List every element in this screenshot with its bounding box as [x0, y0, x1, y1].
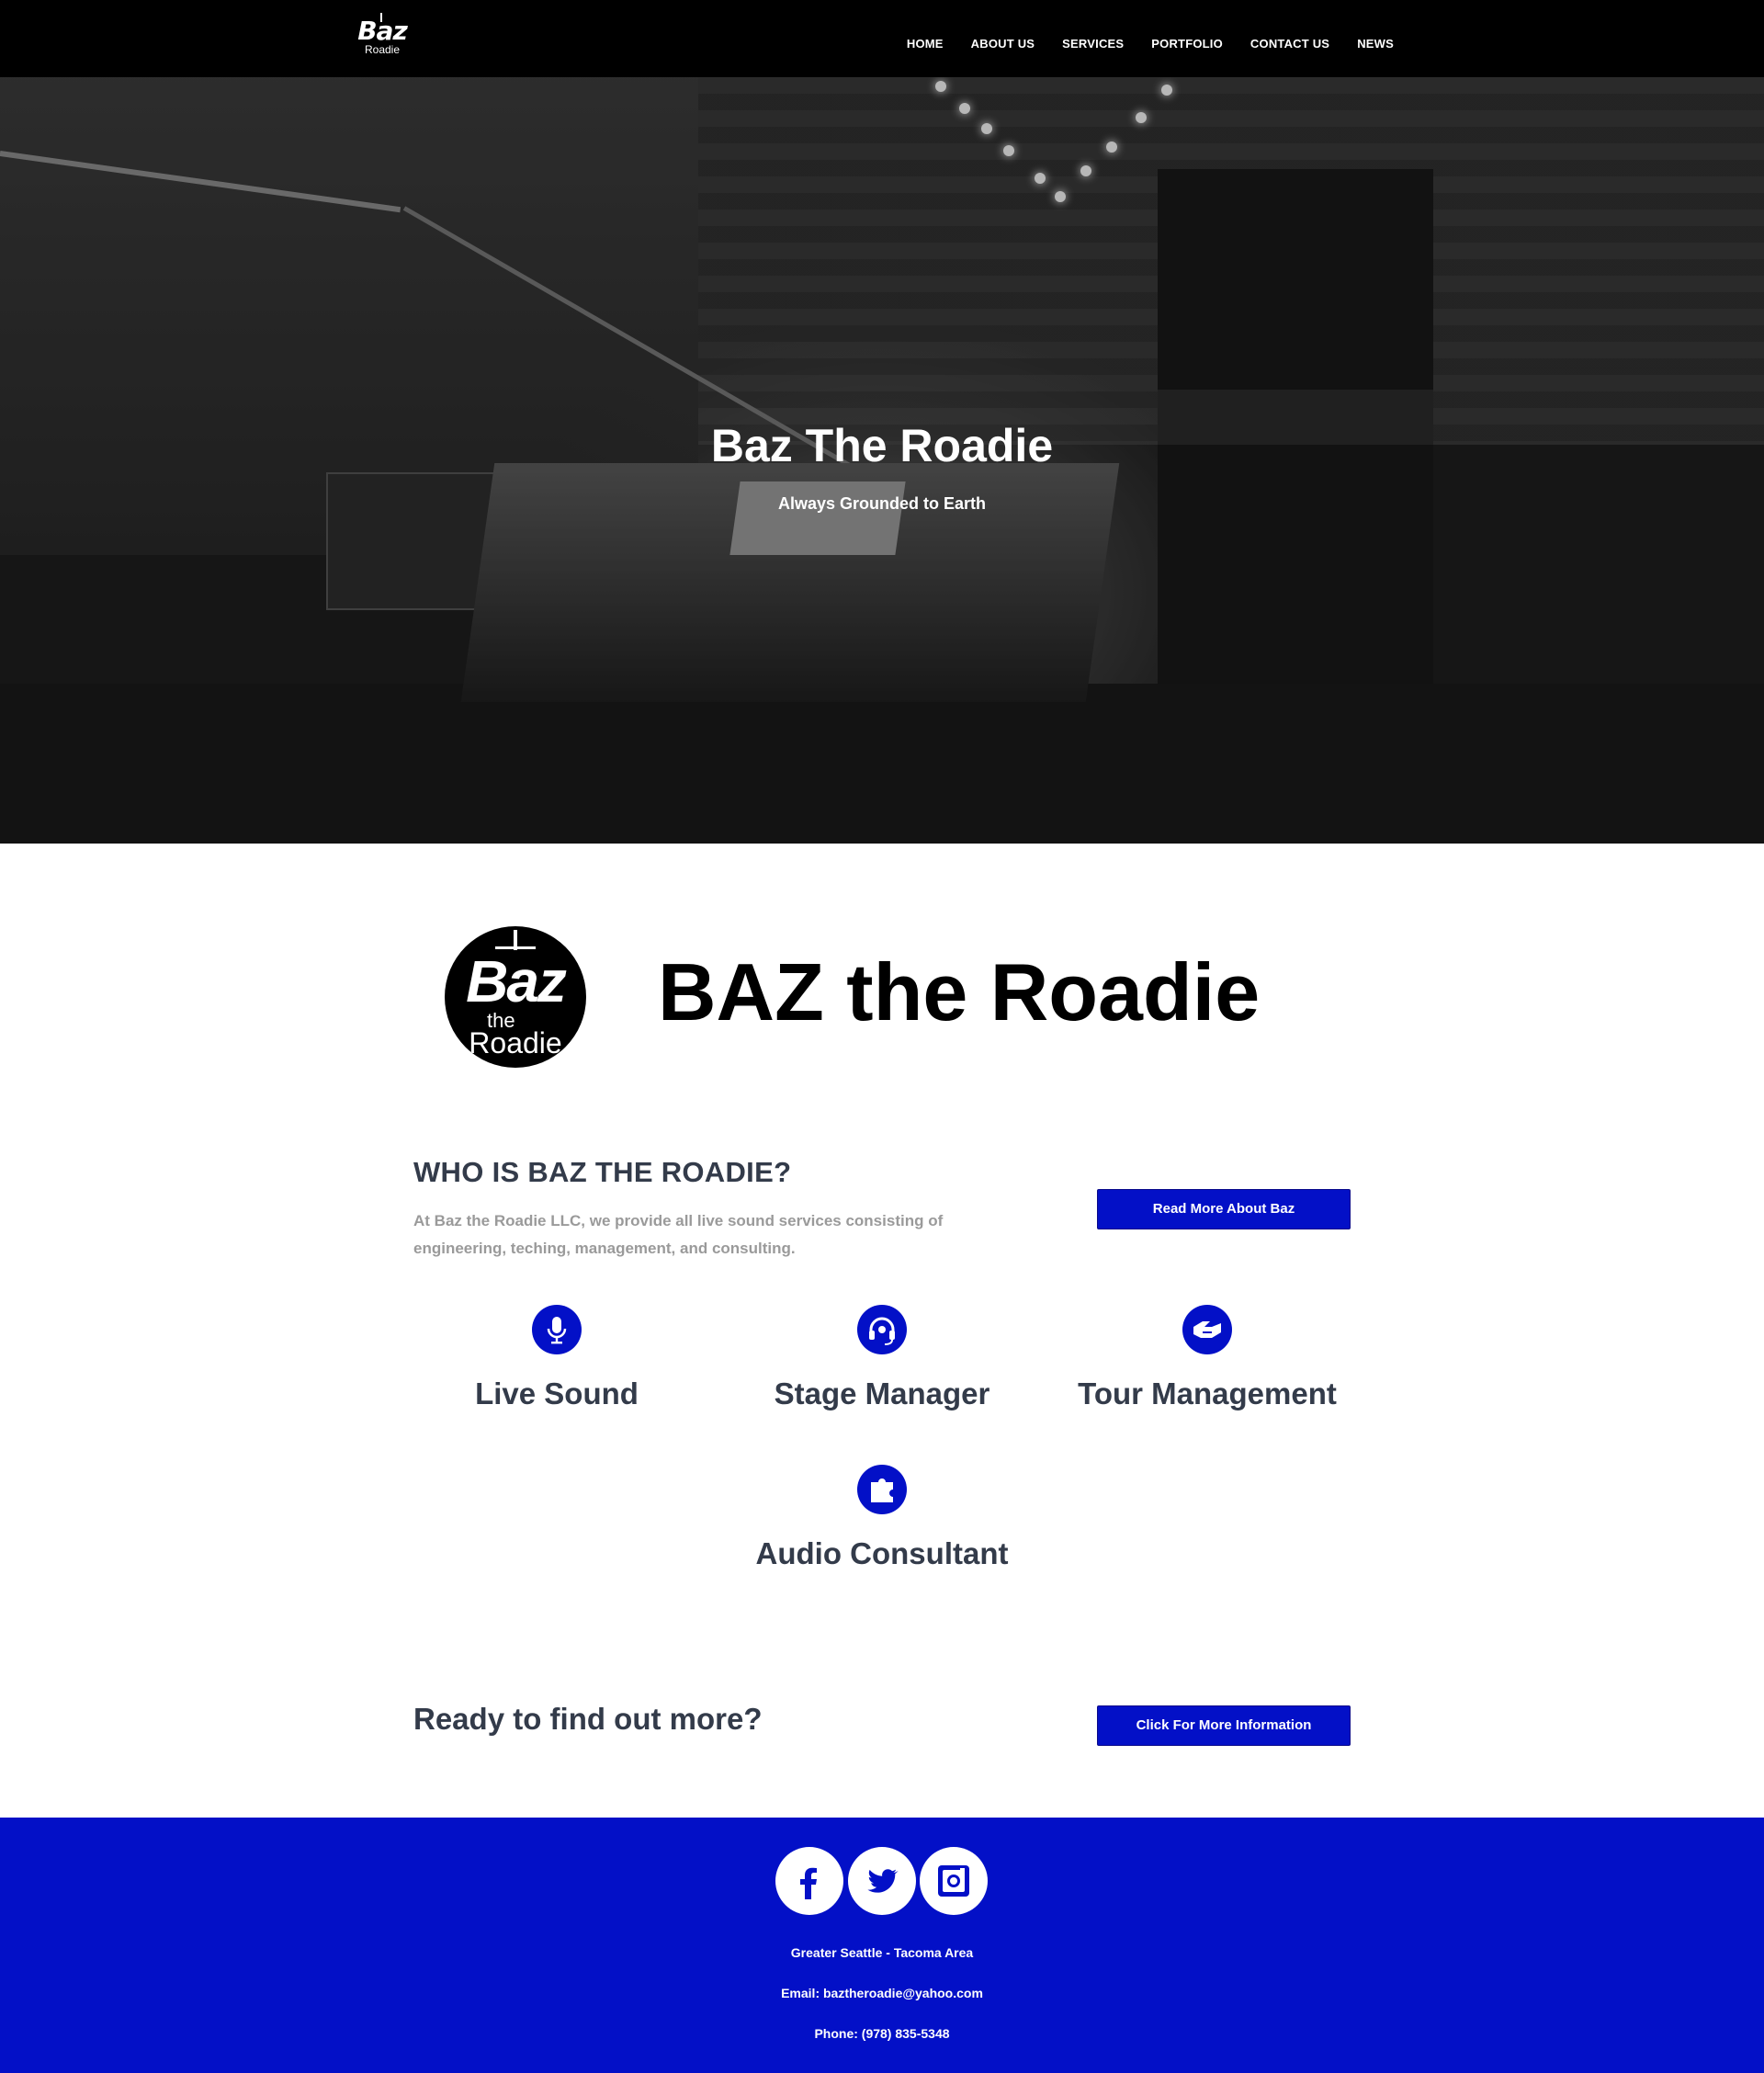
brand-logo-bottom: Roadie	[469, 1026, 562, 1059]
service-live-sound: Live Sound	[401, 1305, 713, 1411]
puzzle-icon	[857, 1465, 907, 1514]
service-label: Live Sound	[475, 1376, 639, 1410]
brand-title: BAZ the Roadie	[658, 946, 1261, 1037]
service-label: Audio Consultant	[755, 1536, 1009, 1570]
footer-location: Greater Seattle - Tacoma Area	[790, 1945, 974, 1960]
hero-tagline: Always Grounded to Earth	[777, 494, 987, 513]
service-label: Stage Manager	[774, 1376, 990, 1410]
twitter-icon[interactable]	[848, 1847, 916, 1915]
nav-item-portfolio[interactable]: PORTFOLIO	[1151, 37, 1223, 51]
who-description: At Baz the Roadie LLC, we provide all li…	[413, 1212, 944, 1257]
site-logo[interactable]: Baz Roadie	[353, 13, 412, 66]
hero-banner: Baz The Roadie Always Grounded to Earth	[0, 77, 1764, 844]
footer-email[interactable]: Email: baztheroadie@yahoo.com	[0, 1986, 1764, 2000]
cta-text: Ready to find out more?	[413, 1702, 763, 1736]
footer-phone[interactable]: Phone: (978) 835-5348	[0, 2026, 1764, 2041]
handshake-icon	[1182, 1305, 1232, 1354]
nav-item-home[interactable]: HOME	[907, 37, 944, 51]
footer: Greater Seattle - Tacoma Area Email: baz…	[0, 1818, 1764, 2073]
nav-item-about-us[interactable]: ABOUT US	[971, 37, 1035, 51]
who-heading: WHO IS BAZ THE ROADIE?	[413, 1156, 792, 1188]
service-tour-management: Tour Management	[1051, 1305, 1363, 1411]
nav-item-news[interactable]: NEWS	[1357, 37, 1394, 51]
nav-item-services[interactable]: SERVICES	[1062, 37, 1124, 51]
main-menu: HOME ABOUT US SERVICES PORTFOLIO CONTACT…	[907, 37, 1394, 51]
brand-logo-top: Baz	[466, 948, 567, 1014]
hero-title: Baz The Roadie	[710, 420, 1054, 471]
read-more-button[interactable]: Read More About Baz	[1097, 1189, 1351, 1229]
logo-mark-icon	[380, 13, 382, 22]
service-stage-manager: Stage Manager	[726, 1305, 1038, 1411]
brand-logo: Baz the Roadie	[445, 926, 586, 1068]
facebook-icon[interactable]	[775, 1847, 843, 1915]
microphone-icon	[532, 1305, 582, 1354]
service-audio-consultant: Audio Consultant	[726, 1465, 1038, 1571]
logo-main-text: Baz	[357, 16, 408, 46]
headset-icon	[857, 1305, 907, 1354]
more-info-button[interactable]: Click For More Information	[1097, 1705, 1351, 1746]
service-label: Tour Management	[1078, 1376, 1337, 1410]
instagram-icon[interactable]	[920, 1847, 988, 1915]
nav-item-contact-us[interactable]: CONTACT US	[1250, 37, 1329, 51]
top-nav: Baz Roadie HOME ABOUT US SERVICES PORTFO…	[0, 0, 1764, 77]
